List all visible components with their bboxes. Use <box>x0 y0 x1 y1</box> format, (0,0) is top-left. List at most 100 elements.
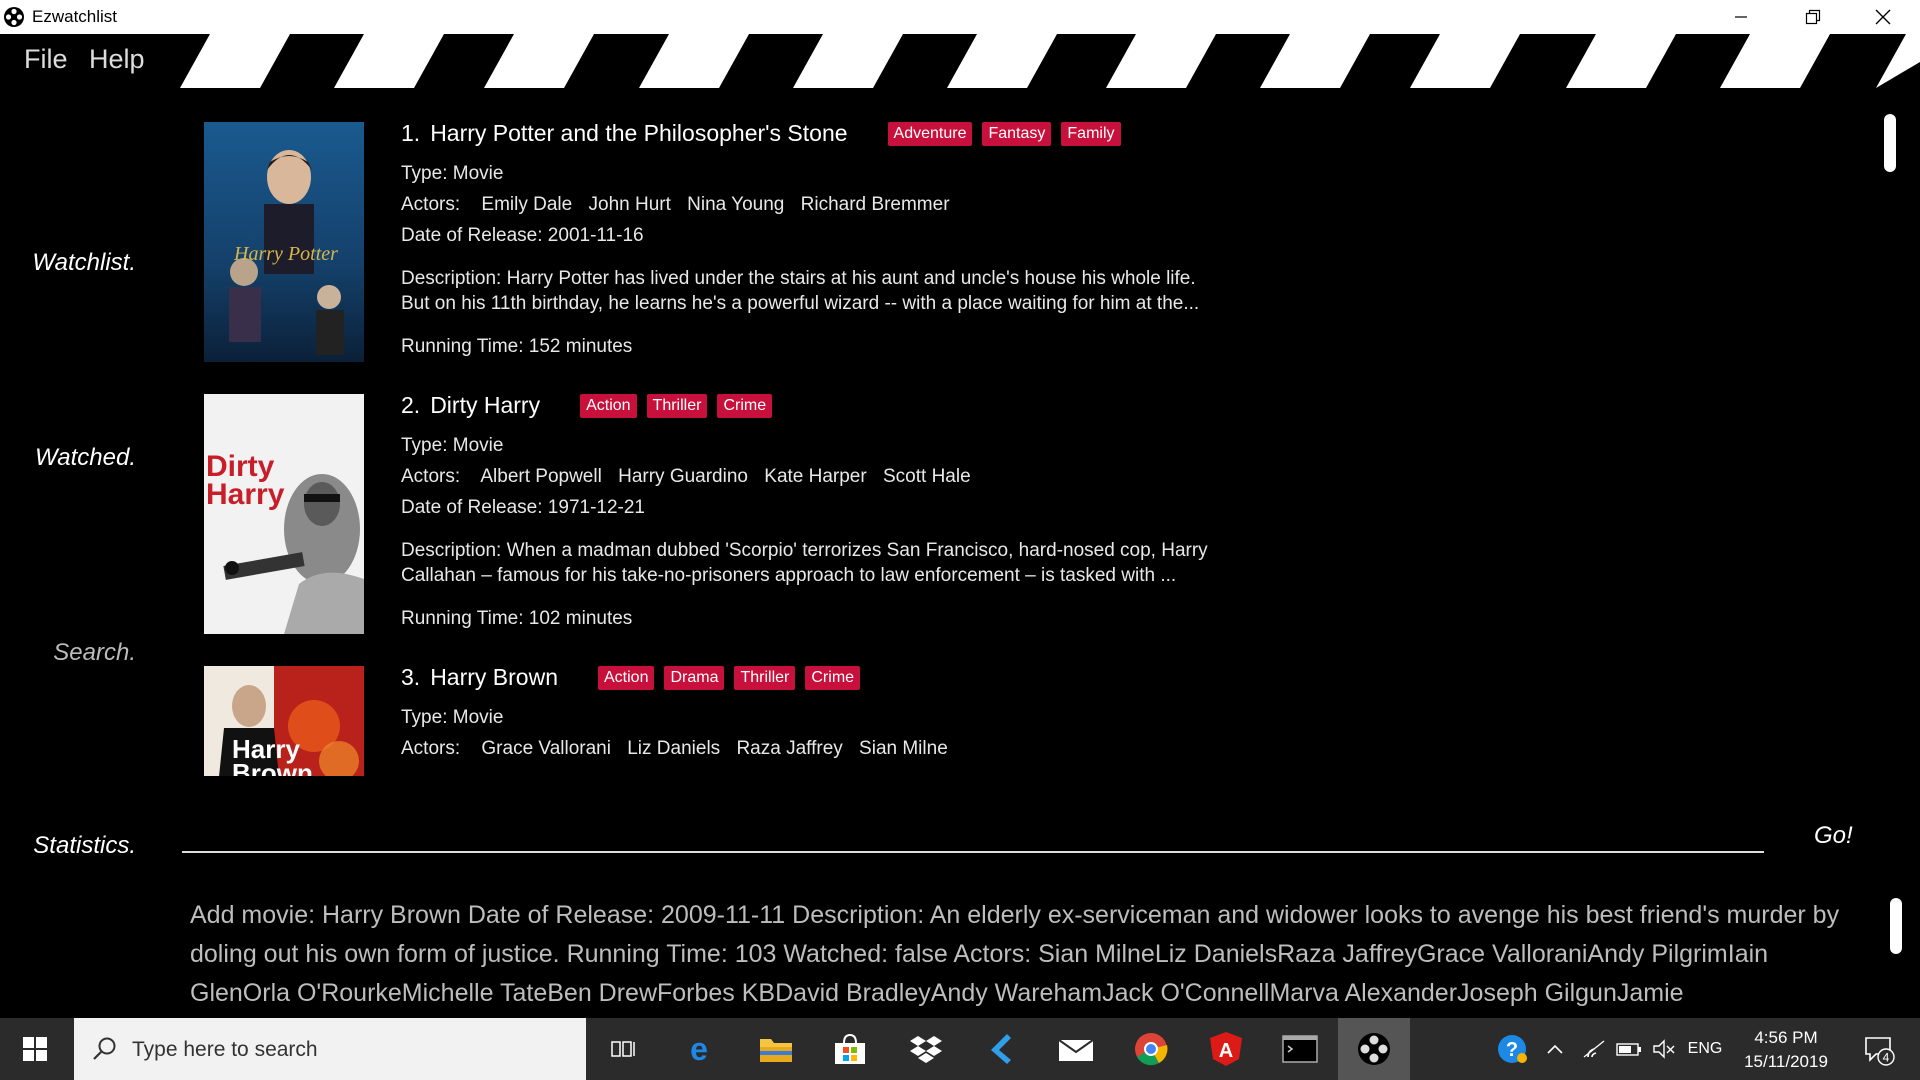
dropbox-icon <box>910 1036 942 1063</box>
list-item[interactable]: Dirty Harry 2. Dirty Harry Action Thrill… <box>180 380 1480 634</box>
clock-time: 4:56 PM <box>1754 1028 1818 1047</box>
genre-tag: Adventure <box>887 121 973 146</box>
tray-language[interactable]: ENG <box>1684 1018 1726 1080</box>
show-running-time: Running Time: 102 minutes <box>401 608 633 629</box>
taskbar-store[interactable] <box>814 1018 886 1080</box>
show-type: Type: Movie <box>401 707 504 728</box>
actor-name: Nina Young <box>687 194 785 215</box>
menu-help[interactable]: Help <box>89 44 145 75</box>
taskbar-search-placeholder: Type here to search <box>132 1038 318 1061</box>
genre-tag: Family <box>1061 121 1121 146</box>
battery-icon <box>1616 1043 1641 1056</box>
taskbar-mail[interactable] <box>1040 1018 1112 1080</box>
actors-label: Actors: <box>401 194 461 215</box>
windows-icon <box>23 1037 47 1061</box>
genre-tag: Action <box>580 393 637 418</box>
tray-show-hidden[interactable] <box>1542 1018 1568 1080</box>
poster-image: Harry Brown <box>204 666 364 776</box>
sidebar-watched[interactable]: Watched. <box>35 444 136 472</box>
show-release-date: Date of Release: 2001-11-16 <box>401 225 644 246</box>
task-view-button[interactable] <box>588 1018 660 1080</box>
notification-count: 4 <box>1883 1051 1890 1065</box>
start-button[interactable] <box>0 1018 70 1080</box>
restore-button[interactable] <box>1778 0 1848 34</box>
tray-wifi[interactable] <box>1580 1018 1608 1080</box>
watchlist-panel: Harry Potter 1. Harry Potter and the Phi… <box>180 108 1860 776</box>
list-scrollbar[interactable] <box>1884 114 1896 172</box>
tray-help[interactable]: ? <box>1494 1018 1530 1080</box>
show-title[interactable]: Dirty Harry <box>430 392 540 419</box>
actor-name: John Hurt <box>588 194 671 215</box>
actor-name: Scott Hale <box>883 466 971 487</box>
list-item[interactable]: Harry Brown 3. Harry Brown Action Drama … <box>180 652 1480 776</box>
tray-volume[interactable] <box>1650 1018 1678 1080</box>
volume-muted-icon <box>1653 1039 1675 1059</box>
show-title[interactable]: Harry Potter and the Philosopher's Stone <box>430 120 847 147</box>
show-header: 3. Harry Brown Action Drama Thriller Cri… <box>401 664 870 691</box>
actor-name: Albert Popwell <box>480 466 602 487</box>
genre-tag: Crime <box>717 393 773 418</box>
action-center-button[interactable]: 4 <box>1854 1018 1904 1080</box>
poster-image: Dirty Harry <box>204 394 364 634</box>
minimize-button[interactable] <box>1706 0 1776 34</box>
close-icon <box>1875 9 1891 25</box>
show-type: Type: Movie <box>401 163 504 184</box>
taskbar-search[interactable]: Type here to search <box>74 1018 586 1080</box>
show-actors: Actors: Albert Popwell Harry Guardino Ka… <box>401 466 982 488</box>
show-header: 1. Harry Potter and the Philosopher's St… <box>401 120 1131 147</box>
menu-file[interactable]: File <box>24 44 68 75</box>
genre-tag: Fantasy <box>982 121 1052 146</box>
poster-title: Harry <box>206 478 285 511</box>
taskbar-chrome[interactable] <box>1115 1018 1187 1080</box>
minimize-icon <box>1735 16 1747 18</box>
actors-label: Actors: <box>401 738 461 759</box>
chrome-icon <box>1135 1033 1168 1066</box>
actors-label: Actors: <box>401 466 461 487</box>
show-actors: Actors: Grace Vallorani Liz Daniels Raza… <box>401 738 959 760</box>
sidebar-search[interactable]: Search. <box>53 639 136 667</box>
show-index: 2. <box>401 392 421 418</box>
actor-name: Raza Jaffrey <box>736 738 843 759</box>
command-input[interactable] <box>182 851 1764 853</box>
actor-name: Kate Harper <box>764 466 867 487</box>
description-line: Callahan – famous for his take-no-prison… <box>401 565 1177 586</box>
taskbar-terminal[interactable] <box>1264 1018 1336 1080</box>
actor-name: Harry Guardino <box>618 466 748 487</box>
taskbar: Type here to search e A ? ENG 4:56 PM 15… <box>0 1018 1920 1080</box>
result-scrollbar[interactable] <box>1890 898 1902 954</box>
genre-tag: Action <box>598 665 655 690</box>
actor-name: Emily Dale <box>481 194 573 215</box>
search-icon <box>93 1037 116 1060</box>
taskbar-visual-studio[interactable] <box>964 1018 1036 1080</box>
show-index: 1. <box>401 120 421 146</box>
taskbar-edge[interactable]: e <box>663 1018 735 1080</box>
help-icon: ? <box>1498 1035 1527 1063</box>
actor-name: Richard Bremmer <box>800 194 950 215</box>
tray-clock[interactable]: 4:56 PM 15/11/2019 <box>1730 1026 1842 1074</box>
taskbar-dropbox[interactable] <box>890 1018 962 1080</box>
sidebar-watchlist[interactable]: Watchlist. <box>32 249 136 277</box>
taskbar-file-explorer[interactable] <box>740 1018 812 1080</box>
window-title: Ezwatchlist <box>32 7 118 26</box>
show-index: 3. <box>401 664 421 690</box>
taskbar-ezwatchlist[interactable] <box>1338 1018 1410 1080</box>
show-running-time: Running Time: 152 minutes <box>401 336 633 357</box>
close-button[interactable] <box>1848 0 1918 34</box>
tray-battery[interactable] <box>1614 1018 1644 1080</box>
genre-tag: Drama <box>664 665 725 690</box>
go-button[interactable]: Go! <box>1814 822 1853 850</box>
angular-icon: A <box>1210 1032 1242 1066</box>
poster-title: Brown <box>232 758 313 776</box>
list-item[interactable]: Harry Potter 1. Harry Potter and the Phi… <box>180 108 1480 362</box>
edge-icon: e <box>690 1033 708 1065</box>
show-description: Description: When a madman dubbed 'Scorp… <box>401 538 1231 588</box>
description-line: Description: When a madman dubbed 'Scorp… <box>401 540 1208 561</box>
notification-icon: 4 <box>1865 1037 1895 1066</box>
sidebar-statistics[interactable]: Statistics. <box>33 832 136 860</box>
description-line: But on his 11th birthday, he learns he's… <box>401 293 1200 314</box>
show-title[interactable]: Harry Brown <box>430 664 558 691</box>
genre-tag: Thriller <box>646 393 708 418</box>
poster-title: Harry Potter <box>233 243 338 265</box>
chevron-up-icon <box>1547 1044 1563 1054</box>
taskbar-angular[interactable]: A <box>1190 1018 1262 1080</box>
